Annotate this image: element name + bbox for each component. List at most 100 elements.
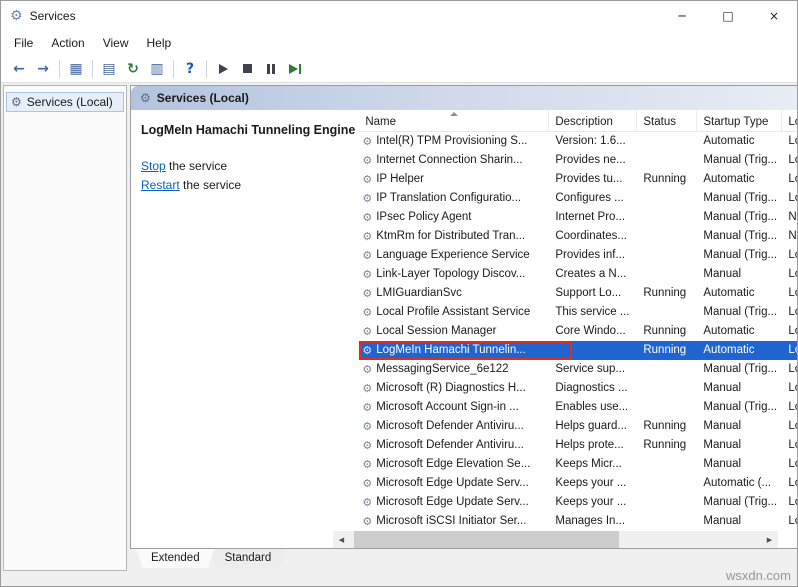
restart-service-link[interactable]: Restart bbox=[141, 178, 180, 192]
cell-status bbox=[637, 493, 697, 512]
cell-startup-type: Automatic bbox=[703, 135, 755, 147]
cell-description: Provides tu... bbox=[555, 173, 623, 185]
scroll-right-icon[interactable]: ▶ bbox=[761, 531, 778, 548]
cell-startup-type: Automatic bbox=[703, 344, 755, 356]
horizontal-scroll-thumb[interactable] bbox=[354, 531, 619, 548]
cell-startup-type: Automatic bbox=[703, 173, 755, 185]
menu-file[interactable]: File bbox=[5, 33, 42, 53]
cell-description: Keeps Micr... bbox=[555, 458, 622, 470]
cell-status bbox=[637, 208, 697, 227]
cell-startup-type: Manual (Trig... bbox=[703, 306, 778, 318]
cell-status bbox=[637, 151, 697, 170]
tab-standard[interactable]: Standard bbox=[210, 549, 287, 568]
cell-status bbox=[637, 398, 697, 417]
column-header-log[interactable]: Log... bbox=[782, 110, 797, 131]
minimize-button[interactable]: ─ bbox=[659, 1, 705, 31]
cell-name: ⚙ Microsoft Defender Antiviru... bbox=[359, 417, 549, 436]
service-icon: ⚙ bbox=[362, 173, 373, 186]
tree-item-services-local[interactable]: ⚙ Services (Local) bbox=[6, 92, 124, 112]
cell-description: Coordinates... bbox=[555, 230, 627, 242]
service-row[interactable]: ⚙ Microsoft Account Sign-in ... Enables us… bbox=[359, 398, 797, 417]
cell-startup-type: Manual (Trig... bbox=[703, 249, 778, 261]
column-header-startuptype[interactable]: Startup Type bbox=[697, 110, 783, 131]
cell-name: ⚙ Microsoft Edge Update Serv... bbox=[359, 474, 549, 493]
cell-name: ⚙ Microsoft Edge Elevation Se... bbox=[359, 455, 549, 474]
service-row[interactable]: ⚙ MessagingService_6e122 Service sup... Man… bbox=[359, 360, 797, 379]
show-hide-console-tree-icon[interactable]: ▦ bbox=[64, 58, 88, 80]
service-row[interactable]: ⚙ Link-Layer Topology Discov... Creates a … bbox=[359, 265, 797, 284]
stop-service-icon[interactable] bbox=[235, 58, 259, 80]
service-row[interactable]: ⚙ IPsec Policy Agent Internet Pro... Manual… bbox=[359, 208, 797, 227]
close-button[interactable]: × bbox=[751, 1, 797, 31]
menu-help[interactable]: Help bbox=[138, 33, 181, 53]
cell-name: ⚙ Link-Layer Topology Discov... bbox=[359, 265, 549, 284]
menu-view[interactable]: View bbox=[94, 33, 138, 53]
service-row[interactable]: ⚙ Microsoft Edge Update Serv... Keeps your… bbox=[359, 493, 797, 512]
cell-name: ⚙ Microsoft Defender Antiviru... bbox=[359, 436, 549, 455]
maximize-button[interactable]: □ bbox=[705, 1, 751, 31]
cell-description: Manages In... bbox=[555, 515, 626, 527]
export-list-icon[interactable]: ▥ bbox=[145, 58, 169, 80]
services-window: ⚙ Services ─ □ × File Action View Help ← → ▦ ▤… bbox=[0, 0, 798, 587]
service-row[interactable]: ⚙ Local Profile Assistant Service This ser… bbox=[359, 303, 797, 322]
scroll-left-icon[interactable]: ◀ bbox=[333, 531, 350, 548]
horizontal-scrollbar-row: ◀ ▶ bbox=[131, 531, 797, 548]
service-row[interactable]: ⚙ IP Helper Provides tu... Running Automatic… bbox=[359, 170, 797, 189]
restart-service-icon[interactable] bbox=[283, 58, 307, 80]
back-icon[interactable]: ← bbox=[7, 58, 31, 80]
service-icon: ⚙ bbox=[362, 306, 373, 319]
cell-startup-type: Manual bbox=[703, 458, 742, 470]
service-row[interactable]: ⚙ Microsoft iSCSI Initiator Ser... Manages… bbox=[359, 512, 797, 531]
cell-name: ⚙ MessagingService_6e122 bbox=[359, 360, 549, 379]
service-row[interactable]: ⚙ Microsoft Defender Antiviru... Helps pro… bbox=[359, 436, 797, 455]
service-icon: ⚙ bbox=[362, 344, 373, 357]
stop-service-link[interactable]: Stop bbox=[141, 159, 166, 173]
service-row[interactable]: ⚙ Microsoft Edge Update Serv... Keeps your… bbox=[359, 474, 797, 493]
cell-status bbox=[637, 227, 697, 246]
stop-service-suffix: the service bbox=[165, 159, 228, 173]
service-icon: ⚙ bbox=[362, 325, 373, 338]
cell-description: Configures ... bbox=[555, 192, 624, 204]
cell-description bbox=[549, 341, 637, 360]
service-row[interactable]: ⚙ KtmRm for Distributed Tran... Coordinate… bbox=[359, 227, 797, 246]
service-row[interactable]: ⚙ Microsoft Edge Elevation Se... Keeps Mic… bbox=[359, 455, 797, 474]
service-icon: ⚙ bbox=[362, 515, 373, 528]
horizontal-scroll-track[interactable] bbox=[350, 531, 761, 548]
cell-description: This service ... bbox=[555, 306, 630, 318]
service-row[interactable]: ⚙ Language Experience Service Provides inf… bbox=[359, 246, 797, 265]
cell-status: Running bbox=[643, 173, 687, 185]
pause-service-icon[interactable] bbox=[259, 58, 283, 80]
list-column-headers: NameDescriptionStatusStartup TypeLog... bbox=[359, 110, 797, 132]
service-row[interactable]: ⚙ LMIGuardianSvc Support Lo... Running Autom… bbox=[359, 284, 797, 303]
service-row[interactable]: ⚙ IP Translation Configuratio... Configure… bbox=[359, 189, 797, 208]
service-row[interactable]: ⚙ Microsoft (R) Diagnostics H... Diagnosti… bbox=[359, 379, 797, 398]
service-row[interactable]: ⚙ Internet Connection Sharin... Provides n… bbox=[359, 151, 797, 170]
service-row[interactable]: ⚙ Intel(R) TPM Provisioning S... Version: … bbox=[359, 132, 797, 151]
cell-name: ⚙ Local Profile Assistant Service bbox=[359, 303, 549, 322]
tab-extended[interactable]: Extended bbox=[136, 549, 215, 568]
cell-name: ⚙ Microsoft iSCSI Initiator Ser... bbox=[359, 512, 549, 531]
cell-startup-type: Manual (Trig... bbox=[703, 192, 778, 204]
menu-action[interactable]: Action bbox=[42, 33, 93, 53]
column-header-name[interactable]: Name bbox=[359, 110, 550, 131]
cell-status bbox=[637, 455, 697, 474]
service-row[interactable]: ⚙ Microsoft Defender Antiviru... Helps gua… bbox=[359, 417, 797, 436]
cell-description: Enables use... bbox=[555, 401, 629, 413]
cell-name: ⚙ Language Experience Service bbox=[359, 246, 549, 265]
cell-description: Provides ne... bbox=[555, 154, 626, 166]
start-service-icon[interactable] bbox=[211, 58, 235, 80]
toolbar: ← → ▦ ▤ ↻ ▥? bbox=[1, 55, 797, 83]
properties-icon[interactable]: ▤ bbox=[97, 58, 121, 80]
service-row[interactable]: ⚙ Local Session Manager Core Windo... Runni… bbox=[359, 322, 797, 341]
service-row-selected[interactable]: ⚙ LogMeIn Hamachi Tunnelin... Running Autom… bbox=[359, 341, 797, 360]
service-icon: ⚙ bbox=[362, 287, 373, 300]
toolbar-separator bbox=[206, 59, 207, 78]
column-header-status[interactable]: Status bbox=[637, 110, 698, 131]
forward-icon[interactable]: → bbox=[31, 58, 55, 80]
services-pane: ⚙ Services (Local) LogMeIn Hamachi Tunne… bbox=[130, 85, 797, 571]
refresh-icon[interactable]: ↻ bbox=[121, 58, 145, 80]
horizontal-scrollbar[interactable]: ◀ ▶ bbox=[333, 531, 778, 548]
column-header-description[interactable]: Description bbox=[549, 110, 638, 131]
cell-startup-type: Automatic bbox=[703, 325, 755, 337]
help-icon[interactable]: ? bbox=[178, 58, 202, 80]
